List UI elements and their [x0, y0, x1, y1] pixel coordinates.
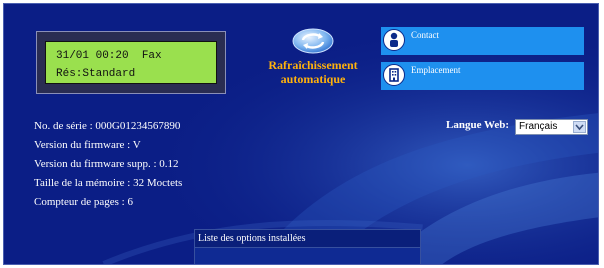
serial-number: No. de série : 000G01234567890: [34, 120, 181, 132]
device-info-list: No. de série : 000G01234567890 Version d…: [34, 117, 182, 212]
refresh-label-line-1: Rafraîchissement: [268, 58, 358, 72]
web-language-label: Langue Web:: [446, 119, 510, 131]
installed-options-header: Liste des options installées: [195, 230, 420, 248]
emplacement-link-label: Emplacement: [411, 65, 461, 75]
lcd-line-1: 31/01 00:20 Fax: [56, 50, 162, 62]
device-status-panel: 31/01 00:20 Fax Rés:Standard Rafraîchiss…: [3, 3, 599, 265]
refresh-icon: [292, 28, 334, 54]
contact-person-icon: [383, 29, 405, 51]
refresh-label-line-2: automatique: [280, 72, 346, 86]
memory-size: Taille de la mémoire : 32 Moctets: [34, 177, 183, 189]
auto-refresh-button[interactable]: Rafraîchissement automatique: [258, 28, 368, 86]
contact-link[interactable]: Contact: [381, 27, 584, 55]
installed-options-panel: Liste des options installées: [194, 229, 421, 264]
building-icon: [383, 64, 405, 86]
chevron-down-icon[interactable]: [573, 121, 586, 133]
lcd-line-2: Rés:Standard: [56, 68, 136, 80]
contact-link-label: Contact: [411, 30, 439, 40]
page-counter: Compteur de pages : 6: [34, 196, 133, 208]
lcd-screen: 31/01 00:20 Fax Rés:Standard: [45, 41, 217, 84]
web-language-select[interactable]: Français: [515, 119, 588, 135]
firmware-version: Version du firmware : V: [34, 139, 141, 151]
emplacement-link[interactable]: Emplacement: [381, 62, 584, 90]
selected-language: Français: [519, 121, 558, 132]
firmware-supp-version: Version du firmware supp. : 0.12: [34, 158, 179, 170]
lcd-display: 31/01 00:20 Fax Rés:Standard: [36, 31, 226, 94]
